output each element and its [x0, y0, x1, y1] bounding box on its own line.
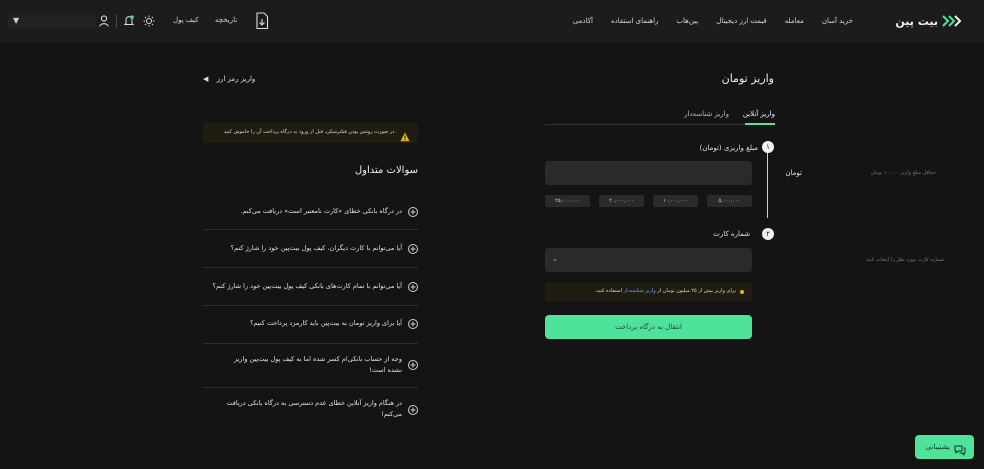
brand-name: بیت پین	[895, 14, 938, 28]
faq-question: در هنگام واریز آنلاین خطای عدم دسترسی به…	[226, 399, 402, 418]
step-connector	[767, 152, 768, 218]
chevron-left-icon: ◀	[203, 75, 209, 83]
faq-title: سوالات متداول	[354, 165, 418, 176]
nav-item-prices[interactable]: قیمت ارز دیجیتال	[707, 17, 776, 25]
plus-circle-icon[interactable]	[408, 360, 418, 370]
faq-question: آیا می‌توانم با تمام کارت‌های بانکی کیف …	[212, 282, 403, 290]
tab-online-deposit[interactable]: واریز آنلاین	[743, 110, 775, 118]
history-link[interactable]: تاریخچه	[215, 16, 237, 24]
nav-item-trade[interactable]: معامله	[776, 17, 813, 25]
notice-prefix: برای واریز بیش از ۲۵ میلیون تومان از	[657, 288, 736, 294]
nav-item-guide[interactable]: راهنمای استفاده	[602, 17, 667, 25]
faq-question: آیا برای واریز تومان به بیت‌پین باید کار…	[249, 319, 402, 327]
main-nav: خرید آسان معامله قیمت ارز دیجیتال پین‌ها…	[564, 0, 862, 42]
support-button[interactable]: پشتیبانی	[915, 435, 974, 459]
warning-icon	[400, 127, 410, 142]
bell-icon[interactable]	[122, 13, 136, 29]
card-number-select[interactable]	[545, 248, 752, 272]
support-label: پشتیبانی	[925, 443, 950, 451]
plus-circle-icon[interactable]	[408, 244, 418, 254]
chevron-down-icon[interactable]: ⌄	[552, 255, 558, 263]
faq-item[interactable]: آیا می‌توانم با تمام کارت‌های بانکی کیف …	[203, 268, 418, 306]
logo-mark-icon	[942, 15, 962, 27]
step-1-badge: ۱	[762, 141, 774, 153]
chevron-down-icon[interactable]: ▼	[13, 16, 19, 25]
amount-presets: ۲۵,۰۰۰,۰۰۰ ۲۰,۰۰۰,۰۰۰ ۱۰,۰۰۰,۰۰۰ ۵,۰۰۰,۰…	[545, 195, 752, 207]
divider	[116, 14, 117, 28]
crypto-deposit-label: واریز رمز ارز	[216, 75, 256, 83]
wallet-link[interactable]: کیف پول	[173, 16, 199, 24]
go-to-gateway-button[interactable]: انتقال به درگاه پرداخت	[545, 315, 752, 339]
amount-input[interactable]	[545, 161, 752, 185]
faq-question: در درگاه بانکی خطای «کارت نامعتبر است» د…	[240, 207, 402, 215]
step-2-badge: ۲	[762, 228, 774, 240]
notice-text: برای واریز بیش از ۲۵ میلیون تومان از وار…	[595, 288, 736, 294]
faq-item[interactable]: در درگاه بانکی خطای «کارت نامعتبر است» د…	[203, 193, 418, 230]
account-box[interactable]	[8, 13, 96, 29]
preset-amount-button[interactable]: ۱۰,۰۰۰,۰۰۰	[653, 195, 698, 207]
faq-item[interactable]: آیا برای واریز تومان به بیت‌پین باید کار…	[203, 306, 418, 344]
faq-question: وجه از حساب بانکی‌ام کسر شده اما به کیف …	[234, 355, 402, 374]
nav-item-easy-buy[interactable]: خرید آسان	[813, 17, 862, 25]
faq-item[interactable]: وجه از حساب بانکی‌ام کسر شده اما به کیف …	[203, 344, 418, 388]
crypto-deposit-link[interactable]: ◀ واریز رمز ارز	[203, 75, 255, 83]
id-deposit-link[interactable]: واریز شناسه‌دار	[624, 288, 656, 294]
nav-item-pinhub[interactable]: پین‌هاب	[667, 17, 707, 25]
top-navbar: بیت پین خرید آسان معامله قیمت ارز دیجیتا…	[0, 0, 984, 42]
warning-dot-icon	[740, 290, 744, 294]
preset-amount-button[interactable]: ۲۵,۰۰۰,۰۰۰	[545, 195, 590, 207]
amount-unit: تومان	[785, 169, 802, 177]
notice-suffix: استفاده کنید.	[594, 288, 623, 294]
card-placeholder: شماره کارت مورد نظر را انتخاب کنید	[866, 257, 944, 263]
deposit-tabs: واریز آنلاین واریز شناسه‌دار	[545, 105, 775, 125]
card-number-label: شماره کارت	[713, 230, 750, 238]
vpn-warning: در صورت روشن بودن فیلترشکن، قبل از ورود …	[203, 122, 418, 143]
deposit-limit-notice: برای واریز بیش از ۲۵ میلیون تومان از وار…	[545, 282, 752, 302]
faq-question: آیا می‌توانم با کارت دیگران، کیف پول بیت…	[230, 244, 402, 252]
amount-placeholder: حداقل مبلغ واریز ۱۰,۰۰۰ تومان	[870, 170, 936, 176]
brand-logo[interactable]: بیت پین	[895, 13, 962, 29]
page-title: واریز تومان	[721, 72, 774, 85]
plus-circle-icon[interactable]	[408, 405, 418, 415]
plus-circle-icon[interactable]	[408, 282, 418, 292]
vpn-warning-text: در صورت روشن بودن فیلترشکن، قبل از ورود …	[223, 129, 396, 135]
faq-item[interactable]: در هنگام واریز آنلاین خطای عدم دسترسی به…	[203, 388, 418, 430]
header-tools: ▼ کیف پول تاریخچه	[0, 0, 275, 42]
tab-id-deposit[interactable]: واریز شناسه‌دار	[684, 110, 729, 118]
plus-circle-icon[interactable]	[408, 207, 418, 217]
preset-amount-button[interactable]: ۲۰,۰۰۰,۰۰۰	[599, 195, 644, 207]
sun-icon[interactable]	[142, 13, 156, 29]
plus-circle-icon[interactable]	[408, 319, 418, 329]
user-icon[interactable]	[97, 13, 111, 29]
nav-item-academy[interactable]: آکادمی	[564, 17, 602, 25]
amount-label: مبلغ واریزی (تومان)	[699, 144, 758, 152]
faq-item[interactable]: آیا می‌توانم با کارت دیگران، کیف پول بیت…	[203, 230, 418, 268]
chat-icon	[954, 441, 966, 456]
preset-amount-button[interactable]: ۵,۰۰۰,۰۰۰	[707, 195, 752, 207]
deposit-document-icon[interactable]	[255, 12, 269, 30]
active-tab-indicator	[745, 123, 775, 125]
